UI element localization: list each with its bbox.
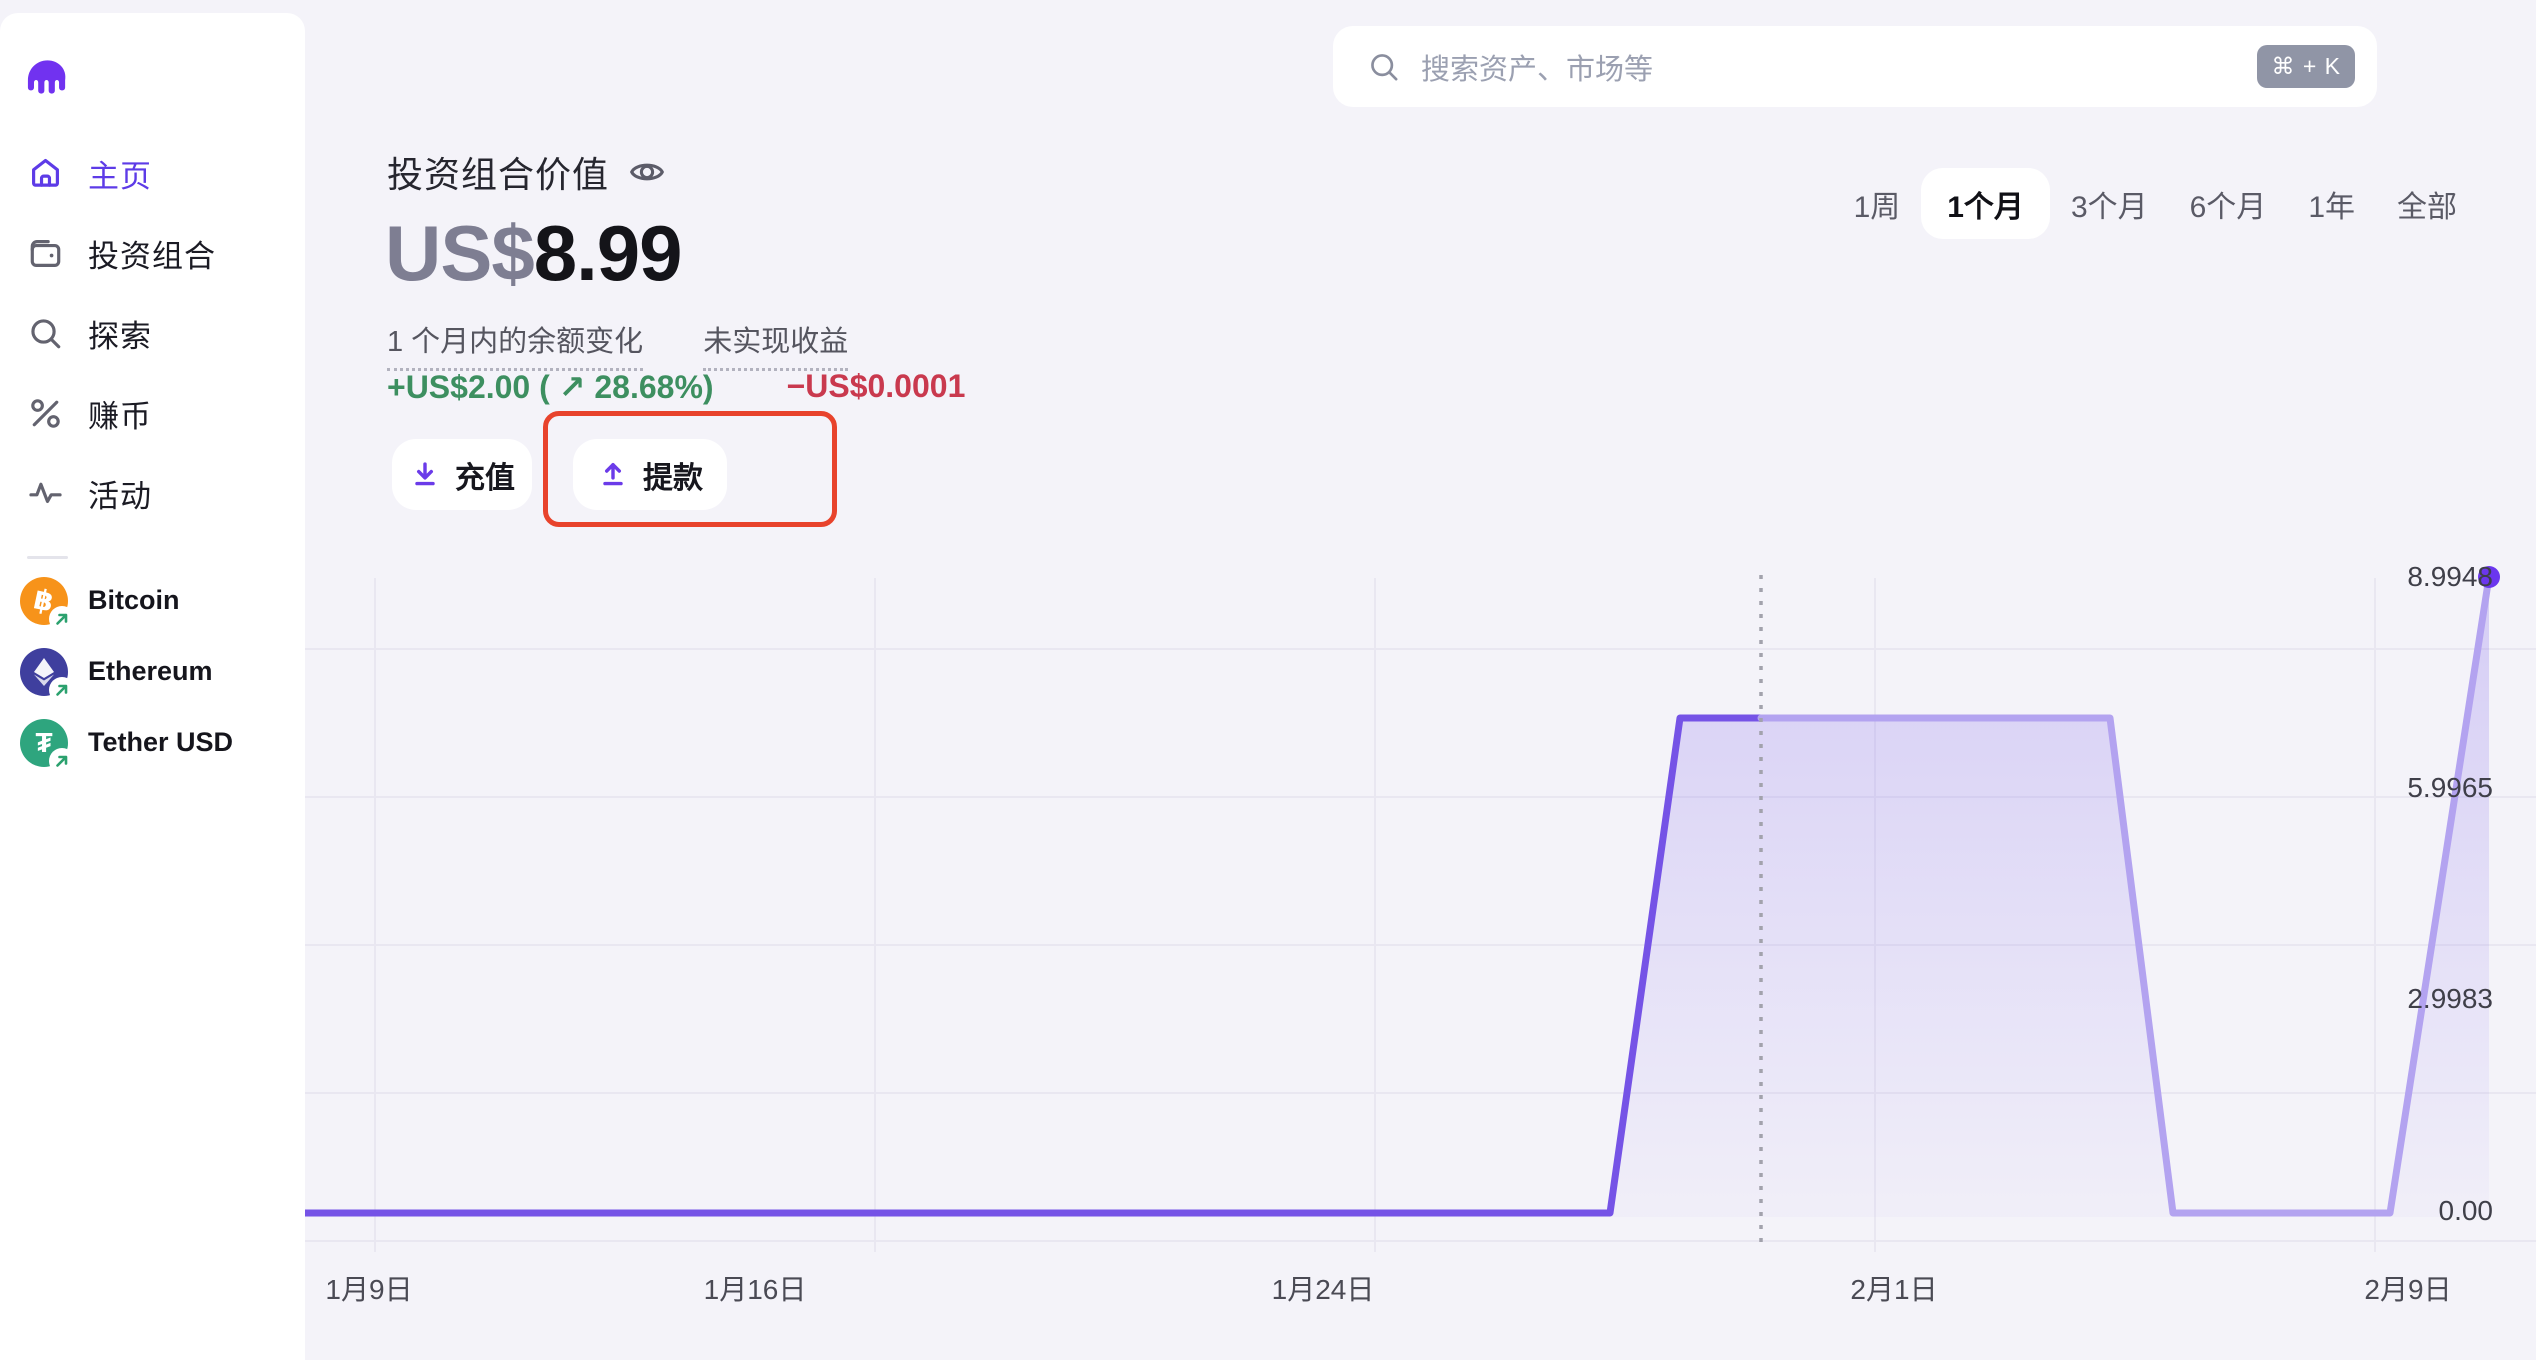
y-axis-tick: 0.00 bbox=[2439, 1195, 2494, 1227]
search-placeholder: 搜索资产、市场等 bbox=[1421, 46, 2257, 88]
bitcoin-icon: ฿ bbox=[20, 577, 68, 625]
sidebar-item-label: 赚币 bbox=[88, 391, 152, 436]
deposit-button-label: 充值 bbox=[455, 453, 515, 497]
y-axis-tick: 5.9965 bbox=[2407, 772, 2493, 804]
gain-arrow-icon bbox=[49, 606, 75, 632]
deposit-icon bbox=[409, 459, 441, 491]
tab-3-months[interactable]: 3个月 bbox=[2050, 168, 2169, 239]
balance-change-label[interactable]: 1 个月内的余额变化 bbox=[387, 318, 643, 371]
search-icon bbox=[27, 315, 64, 352]
search-icon bbox=[1367, 50, 1401, 84]
tab-1-week[interactable]: 1周 bbox=[1833, 168, 1922, 239]
x-axis-tick: 1月16日 bbox=[704, 1268, 807, 1308]
ethereum-icon bbox=[20, 648, 68, 696]
sidebar-item-activity[interactable]: 活动 bbox=[0, 453, 305, 533]
home-icon bbox=[27, 155, 64, 192]
tether-icon: ₮ bbox=[20, 719, 68, 767]
sidebar-item-label: 主页 bbox=[88, 151, 152, 196]
sidebar-item-label: 活动 bbox=[88, 471, 152, 516]
x-axis-tick: 1月24日 bbox=[1272, 1268, 1375, 1308]
sidebar-nav: 主页 投资组合 探索 赚币 bbox=[0, 133, 305, 533]
unrealized-pnl-label[interactable]: 未实现收益 bbox=[703, 318, 848, 371]
portfolio-value-currency: US$ bbox=[385, 209, 534, 297]
page-title: 投资组合价值 bbox=[387, 146, 609, 198]
withdraw-icon bbox=[597, 459, 629, 491]
percent-icon bbox=[27, 395, 64, 432]
up-right-arrow-icon: ↗ bbox=[559, 369, 586, 405]
asset-label: Bitcoin bbox=[88, 585, 180, 616]
sidebar-asset-tether[interactable]: ₮ Tether USD bbox=[0, 707, 305, 778]
gain-arrow-icon bbox=[49, 677, 75, 703]
y-axis-tick: 2.9983 bbox=[2407, 983, 2493, 1015]
tab-all[interactable]: 全部 bbox=[2376, 168, 2478, 239]
asset-label: Tether USD bbox=[88, 727, 233, 758]
portfolio-value-amount: 8.99 bbox=[534, 209, 682, 297]
deposit-button[interactable]: 充值 bbox=[392, 439, 532, 510]
sidebar-item-label: 投资组合 bbox=[88, 231, 216, 276]
chart-line-past bbox=[305, 718, 1761, 1213]
wallet-icon bbox=[27, 235, 64, 272]
x-axis-tick: 1月9日 bbox=[325, 1268, 412, 1308]
time-range-tabs: 1周 1个月 3个月 6个月 1年 全部 bbox=[1833, 168, 2478, 239]
activity-icon bbox=[27, 475, 64, 512]
sidebar-assets: ฿ Bitcoin Ethereum ₮ bbox=[0, 565, 305, 778]
withdraw-button-label: 提款 bbox=[643, 453, 703, 497]
sidebar: 主页 投资组合 探索 赚币 bbox=[0, 13, 305, 1360]
gain-arrow-icon bbox=[49, 748, 75, 774]
tab-1-year[interactable]: 1年 bbox=[2287, 168, 2376, 239]
x-axis-tick: 2月1日 bbox=[1850, 1268, 1937, 1308]
sidebar-item-earn[interactable]: 赚币 bbox=[0, 373, 305, 453]
sidebar-item-portfolio[interactable]: 投资组合 bbox=[0, 213, 305, 293]
sidebar-item-home[interactable]: 主页 bbox=[0, 133, 305, 213]
y-axis-tick: 8.9948 bbox=[2407, 561, 2493, 593]
tab-6-months[interactable]: 6个月 bbox=[2169, 168, 2288, 239]
portfolio-value: US$8.99 bbox=[385, 208, 682, 299]
eye-icon[interactable] bbox=[627, 152, 667, 192]
withdraw-button[interactable]: 提款 bbox=[573, 439, 727, 510]
balance-change-value: +US$2.00 ( ↗ 28.68%) bbox=[387, 368, 714, 406]
sidebar-divider bbox=[27, 556, 68, 559]
keyboard-shortcut-badge: ⌘ + K bbox=[2257, 45, 2355, 88]
kraken-logo[interactable] bbox=[24, 57, 71, 101]
sidebar-item-explore[interactable]: 探索 bbox=[0, 293, 305, 373]
unrealized-pnl-value: −US$0.0001 bbox=[787, 368, 966, 406]
search-bar[interactable]: 搜索资产、市场等 ⌘ + K bbox=[1333, 26, 2377, 107]
sidebar-item-label: 探索 bbox=[88, 311, 152, 356]
sidebar-asset-ethereum[interactable]: Ethereum bbox=[0, 636, 305, 707]
sidebar-asset-bitcoin[interactable]: ฿ Bitcoin bbox=[0, 565, 305, 636]
asset-label: Ethereum bbox=[88, 656, 213, 687]
tab-1-month[interactable]: 1个月 bbox=[1921, 168, 2050, 239]
x-axis-tick: 2月9日 bbox=[2364, 1268, 2451, 1308]
